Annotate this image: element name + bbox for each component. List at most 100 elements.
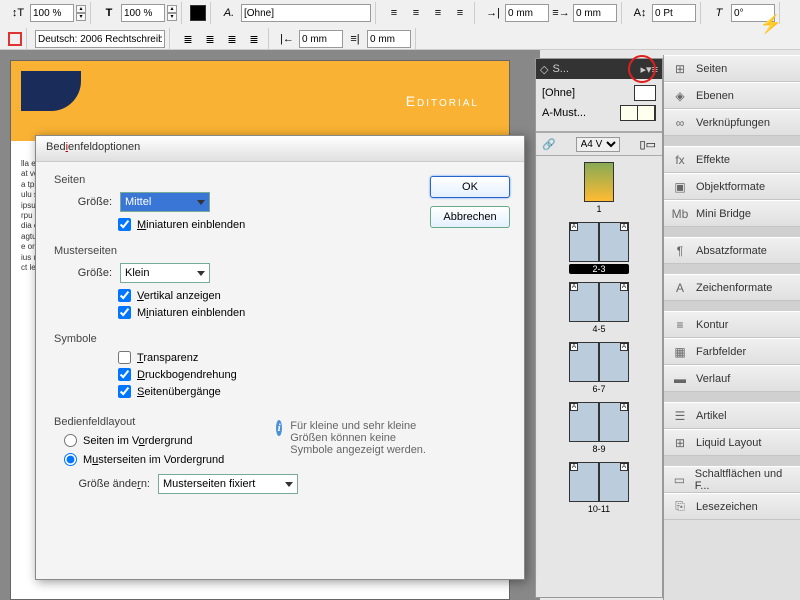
groesse-dropdown[interactable]: Musterseiten fixiert bbox=[158, 474, 298, 494]
seiten-size-dropdown[interactable]: Mittel bbox=[120, 192, 210, 212]
muster-size-dropdown[interactable]: Klein bbox=[120, 263, 210, 283]
panel-label: Absatzformate bbox=[696, 245, 767, 257]
panel-gap bbox=[664, 301, 800, 311]
page-thumb[interactable]: AA10-11 bbox=[569, 462, 629, 514]
master-thumb bbox=[634, 85, 656, 101]
stroke-color-icon[interactable] bbox=[8, 32, 22, 46]
indent-first-input[interactable] bbox=[573, 4, 617, 22]
indent-first-icon[interactable]: ≡→ bbox=[551, 3, 571, 23]
justify-all-icon[interactable]: ≣ bbox=[178, 29, 198, 49]
links-icon: ∞ bbox=[672, 115, 688, 131]
chevron-down-icon bbox=[197, 200, 205, 205]
lightning-icon[interactable]: ⚡ bbox=[760, 14, 782, 35]
align-right-icon[interactable]: ≡ bbox=[428, 3, 448, 23]
panel-stroke[interactable]: ≡Kontur bbox=[664, 311, 800, 338]
cancel-button[interactable]: Abbrechen bbox=[430, 206, 510, 228]
seiten-thumb-checkbox[interactable] bbox=[118, 218, 131, 231]
panel-article[interactable]: ☰Artikel bbox=[664, 402, 800, 429]
panel-char[interactable]: AZeichenformate bbox=[664, 274, 800, 301]
justify-center-icon[interactable]: ≣ bbox=[222, 29, 242, 49]
master-a-row[interactable]: A-Must... bbox=[542, 105, 656, 121]
muster-thumb-checkbox[interactable] bbox=[118, 306, 131, 319]
panel-layers[interactable]: ◈ Ebenen bbox=[664, 82, 800, 109]
char-color-icon[interactable] bbox=[190, 5, 206, 21]
panel-label: Ebenen bbox=[696, 90, 734, 102]
baseline-icon[interactable]: A↕ bbox=[630, 3, 650, 23]
panel-btn[interactable]: ▭Schaltflächen und F... bbox=[664, 466, 800, 493]
page-thumb[interactable]: AA2-3 bbox=[569, 222, 629, 274]
dialog-titlebar[interactable]: Bedienfeldoptionen bbox=[36, 136, 524, 162]
muster-size-label: Größe: bbox=[64, 267, 112, 279]
para-icon: ¶ bbox=[672, 243, 688, 259]
info-icon: i bbox=[276, 420, 282, 436]
char-style-icon[interactable]: A. bbox=[219, 3, 239, 23]
skew-icon[interactable]: T bbox=[709, 3, 729, 23]
panel-bookmark[interactable]: ⎘Lesezeichen bbox=[664, 493, 800, 520]
panel-label: Farbfelder bbox=[696, 346, 746, 358]
panel-swatch[interactable]: ▦Farbfelder bbox=[664, 338, 800, 365]
scale-t-icon[interactable]: T bbox=[99, 3, 119, 23]
pages-icon: ⊞ bbox=[672, 61, 688, 77]
scale-x-input[interactable] bbox=[30, 4, 74, 22]
panel-para[interactable]: ¶ Absatzformate bbox=[664, 237, 800, 264]
panel-options-dialog: Bedienfeldoptionen OK Abbrechen Seiten G… bbox=[35, 135, 525, 580]
panel-label: Artikel bbox=[696, 410, 727, 422]
fx-icon: fx bbox=[672, 152, 688, 168]
master-none-row[interactable]: [Ohne] bbox=[542, 85, 656, 101]
chain-icon[interactable]: 🔗 bbox=[542, 138, 556, 151]
panel-obj[interactable]: ▣Objektformate bbox=[664, 173, 800, 200]
druck-checkbox[interactable] bbox=[118, 368, 131, 381]
panel-links[interactable]: ∞ Verknüpfungen bbox=[664, 109, 800, 136]
page-thumb[interactable]: AA6-7 bbox=[569, 342, 629, 394]
page-format-select[interactable]: A4 V bbox=[576, 137, 620, 152]
panel-label: Objektformate bbox=[696, 181, 765, 193]
bookmark-icon: ⎘ bbox=[672, 499, 688, 515]
indent-left-icon[interactable]: →| bbox=[483, 3, 503, 23]
indent-left-input[interactable] bbox=[505, 4, 549, 22]
groesse-label: Größe ändern: bbox=[64, 478, 150, 490]
scale-t-input[interactable] bbox=[121, 4, 165, 22]
stroke-icon: ≡ bbox=[672, 317, 688, 333]
indent-last-input[interactable] bbox=[367, 30, 411, 48]
panel-mb[interactable]: MbMini Bridge bbox=[664, 200, 800, 227]
panel-gap bbox=[664, 264, 800, 274]
transparenz-label: Transparenz bbox=[137, 352, 198, 364]
language-input[interactable] bbox=[35, 30, 165, 48]
scale-x-icon[interactable]: ↕T bbox=[8, 3, 28, 23]
align-left-icon[interactable]: ≡ bbox=[384, 3, 404, 23]
panel-pages[interactable]: ⊞ Seiten bbox=[664, 55, 800, 82]
indent-right-input[interactable] bbox=[299, 30, 343, 48]
ok-button[interactable]: OK bbox=[430, 176, 510, 198]
page-thumb-label: 4-5 bbox=[569, 324, 629, 334]
panel-label: Schaltflächen und F... bbox=[695, 468, 792, 492]
align-center-icon[interactable]: ≡ bbox=[406, 3, 426, 23]
page-thumb[interactable]: 1 bbox=[584, 162, 614, 214]
panel-fx[interactable]: fxEffekte bbox=[664, 146, 800, 173]
indent-last-icon[interactable]: ≡| bbox=[345, 29, 365, 49]
seitenueb-checkbox[interactable] bbox=[118, 385, 131, 398]
char-style-input[interactable] bbox=[241, 4, 371, 22]
page-thumb-label: 2-3 bbox=[569, 264, 629, 274]
panel-label: Liquid Layout bbox=[696, 437, 761, 449]
justify-left-icon[interactable]: ≣ bbox=[200, 29, 220, 49]
panel-gap bbox=[664, 136, 800, 146]
chevron-down-icon bbox=[197, 271, 205, 276]
panel-label: Seiten bbox=[696, 63, 727, 75]
indent-right-icon[interactable]: |← bbox=[277, 29, 297, 49]
panel-gap bbox=[664, 456, 800, 466]
panel-label: Verknüpfungen bbox=[696, 117, 770, 129]
pages-panel-tab[interactable]: ◇S... ▸▾≡ bbox=[536, 59, 662, 79]
page-thumb[interactable]: AA4-5 bbox=[569, 282, 629, 334]
muster-vg-radio[interactable] bbox=[64, 453, 77, 466]
panel-grad[interactable]: ▬Verlauf bbox=[664, 365, 800, 392]
layers-icon: ◈ bbox=[672, 88, 688, 104]
orient-icon[interactable]: ▯▭ bbox=[640, 138, 656, 151]
seiten-vg-radio[interactable] bbox=[64, 434, 77, 447]
muster-vert-checkbox[interactable] bbox=[118, 289, 131, 302]
justify-right-icon[interactable]: ≣ bbox=[244, 29, 264, 49]
panel-liquid[interactable]: ⊞Liquid Layout bbox=[664, 429, 800, 456]
transparenz-checkbox[interactable] bbox=[118, 351, 131, 364]
align-justify-icon[interactable]: ≡ bbox=[450, 3, 470, 23]
page-thumb[interactable]: AA8-9 bbox=[569, 402, 629, 454]
baseline-input[interactable] bbox=[652, 4, 696, 22]
